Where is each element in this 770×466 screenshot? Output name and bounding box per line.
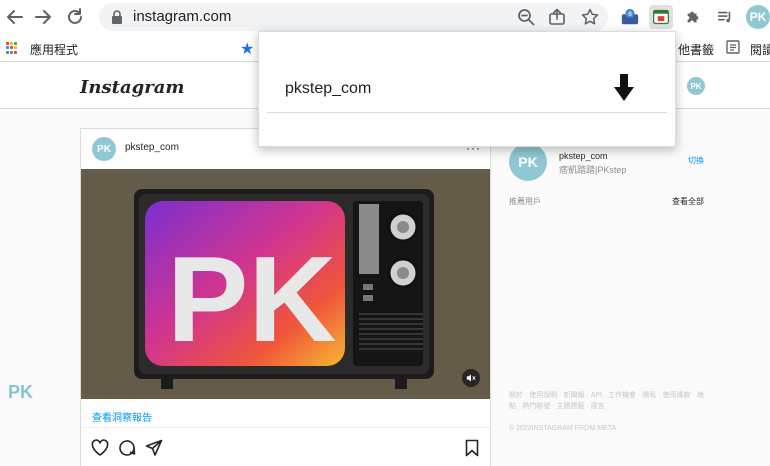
- speaker-muted-icon: [466, 374, 476, 382]
- bookmark-apps[interactable]: 應用程式: [30, 41, 78, 58]
- downloader-extension-popup: pkstep_com: [258, 31, 676, 147]
- forward-arrow-icon: [35, 10, 51, 24]
- forward-button[interactable]: [30, 4, 56, 30]
- reload-icon: [68, 8, 82, 24]
- lock-icon: [112, 10, 122, 24]
- view-insights-link[interactable]: 查看洞察報告: [92, 409, 152, 424]
- save-bookmark-icon[interactable]: [463, 439, 481, 457]
- see-all-link[interactable]: 查看全部: [672, 196, 704, 207]
- header-profile-avatar[interactable]: PK: [687, 77, 705, 95]
- extension-downloader-icon[interactable]: [649, 5, 673, 29]
- copyright-text: © 2022INSTAGRAM FROM META: [509, 425, 617, 432]
- sidebar-avatar[interactable]: PK: [509, 143, 547, 181]
- like-heart-icon[interactable]: [91, 439, 109, 457]
- bookmark-reading-list[interactable]: 閱讀: [750, 41, 770, 58]
- retro-tv-illustration: PK: [134, 189, 434, 389]
- bookmark-other[interactable]: 他書籤: [678, 41, 714, 58]
- post-video[interactable]: PK: [81, 169, 490, 399]
- post-username[interactable]: pkstep_com: [125, 142, 179, 153]
- profile-avatar[interactable]: PK: [746, 5, 770, 29]
- media-logo: PK: [167, 231, 336, 367]
- address-url: instagram.com: [133, 8, 232, 25]
- mute-button[interactable]: [462, 369, 480, 387]
- download-arrow-icon[interactable]: [613, 73, 635, 103]
- post-avatar[interactable]: PK: [92, 137, 116, 161]
- extension-camera-icon[interactable]: 8: [618, 5, 642, 29]
- bookmark-star-icon[interactable]: [581, 8, 599, 26]
- popup-username: pkstep_com: [285, 80, 372, 97]
- share-icon[interactable]: [548, 8, 566, 26]
- extensions-puzzle-icon[interactable]: [681, 5, 705, 29]
- address-bar[interactable]: instagram.com: [99, 3, 608, 31]
- instagram-logo[interactable]: Instagram: [80, 77, 184, 98]
- feed-post: PK pkstep_com ··· PK 查看洞察報告: [80, 128, 491, 466]
- switch-account-link[interactable]: 切換: [688, 155, 704, 166]
- svg-text:8: 8: [628, 11, 632, 18]
- back-arrow-icon: [7, 10, 23, 24]
- reload-button[interactable]: [62, 4, 88, 30]
- back-button[interactable]: [2, 4, 28, 30]
- media-queue-icon[interactable]: [713, 5, 737, 29]
- footer-links[interactable]: 關於 · 使用說明 · 新聞報 · API · 工作機會 · 隱私 · 使用條款…: [509, 390, 709, 412]
- suggestions-heading: 推薦用戶: [509, 197, 541, 206]
- comment-icon[interactable]: [118, 439, 136, 457]
- popup-divider: [267, 112, 667, 113]
- share-send-icon[interactable]: [145, 439, 163, 457]
- apps-grid-icon[interactable]: [6, 42, 18, 54]
- reading-list-icon[interactable]: [726, 40, 740, 54]
- sidebar-full-name: 痞凱踏踏|PKstep: [559, 165, 627, 175]
- bookmark-star-icon[interactable]: ★: [240, 39, 254, 59]
- sidebar-username[interactable]: pkstep_com: [559, 151, 608, 161]
- browser-toolbar: instagram.com 8 PK: [0, 0, 770, 34]
- post-divider: [81, 427, 490, 428]
- pkstep-watermark: PK: [8, 382, 34, 402]
- zoom-out-icon[interactable]: [517, 8, 535, 26]
